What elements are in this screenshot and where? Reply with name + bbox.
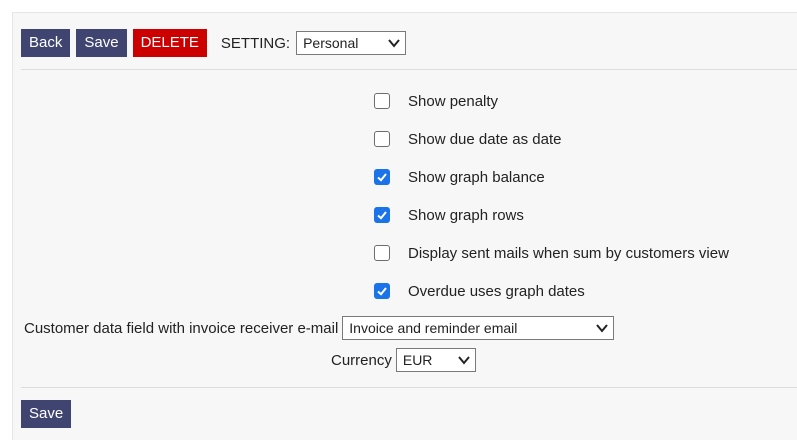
option-show-graph-balance[interactable]: Show graph balance <box>374 158 729 196</box>
checkbox[interactable] <box>374 245 390 261</box>
chevron-down-icon <box>458 356 470 365</box>
option-label: Show graph rows <box>408 206 524 224</box>
chevron-down-icon <box>596 324 609 333</box>
setting-select-value: Personal <box>303 35 359 51</box>
checkbox[interactable] <box>374 93 390 109</box>
checkmark-icon <box>377 211 387 220</box>
options-list: Show penalty Show due date as date Show … <box>374 82 729 310</box>
email-field-row: Customer data field with invoice receive… <box>24 316 615 340</box>
option-label: Overdue uses graph dates <box>408 282 585 300</box>
currency-select-value: EUR <box>402 352 433 368</box>
checkbox[interactable] <box>374 169 390 185</box>
footer-save-button[interactable]: Save <box>21 400 72 428</box>
save-button[interactable]: Save <box>76 29 127 57</box>
toolbar: Back Save DELETE SETTING: Personal <box>21 29 407 57</box>
back-button[interactable]: Back <box>21 29 71 57</box>
option-show-graph-rows[interactable]: Show graph rows <box>374 196 729 234</box>
option-overdue-uses-graph-dates[interactable]: Overdue uses graph dates <box>374 272 729 310</box>
checkmark-icon <box>377 173 387 182</box>
option-show-due-date-as-date[interactable]: Show due date as date <box>374 120 729 158</box>
top-divider <box>21 69 797 70</box>
top-strip <box>0 0 797 12</box>
checkmark-icon <box>377 287 387 296</box>
email-field-label: Customer data field with invoice receive… <box>24 319 339 337</box>
option-show-penalty[interactable]: Show penalty <box>374 82 729 120</box>
checkbox[interactable] <box>374 131 390 147</box>
setting-label: SETTING: <box>220 34 291 52</box>
option-label: Show due date as date <box>408 130 562 148</box>
chevron-down-icon <box>388 39 400 48</box>
bottom-divider <box>21 387 797 388</box>
email-field-select[interactable]: Invoice and reminder email <box>342 316 615 340</box>
currency-row: Currency EUR <box>331 348 476 372</box>
currency-select[interactable]: EUR <box>395 348 476 372</box>
setting-select[interactable]: Personal <box>296 31 407 55</box>
option-label: Show graph balance <box>408 168 545 186</box>
email-field-select-value: Invoice and reminder email <box>349 320 518 336</box>
option-display-sent-mails[interactable]: Display sent mails when sum by customers… <box>374 234 729 272</box>
delete-button[interactable]: DELETE <box>132 29 207 57</box>
currency-label: Currency <box>331 351 392 369</box>
option-label: Display sent mails when sum by customers… <box>408 244 729 262</box>
option-label: Show penalty <box>408 92 499 110</box>
checkbox[interactable] <box>374 207 390 223</box>
checkbox[interactable] <box>374 283 390 299</box>
